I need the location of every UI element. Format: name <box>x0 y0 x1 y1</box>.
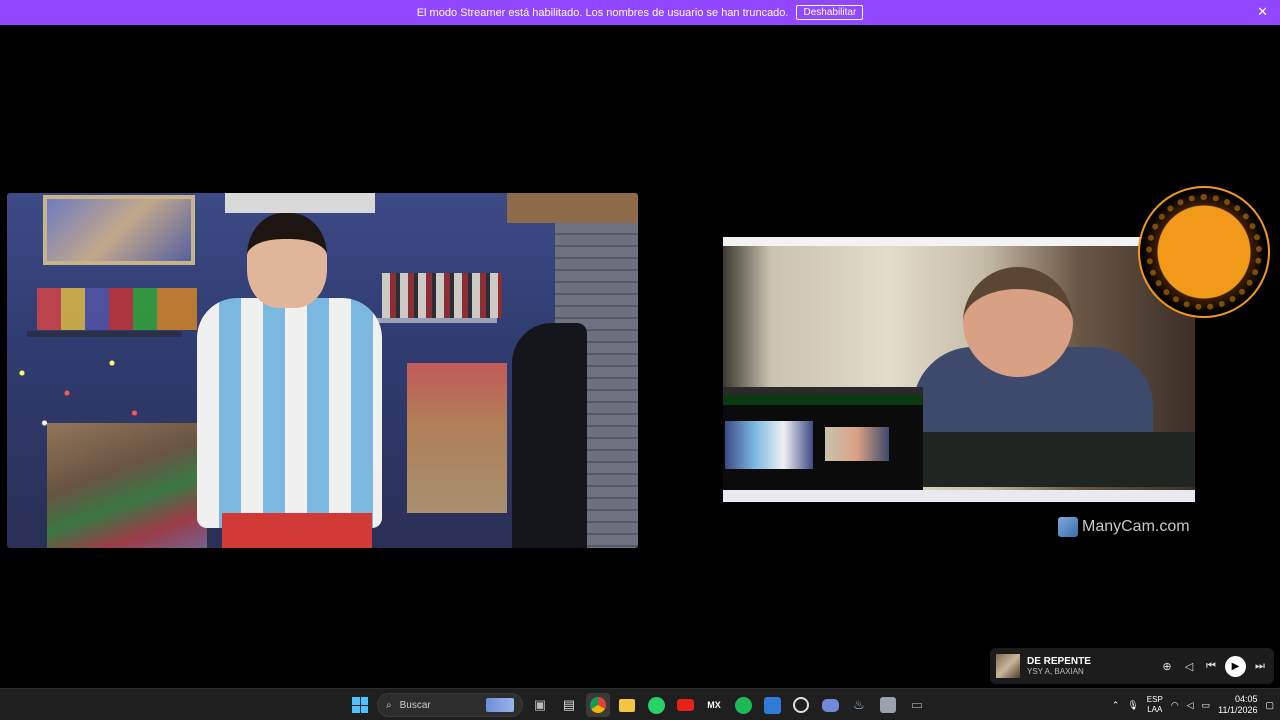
person-face <box>963 267 1073 377</box>
notification-icon[interactable]: ▢ <box>1265 700 1274 711</box>
microphone-icon[interactable]: 🎙 <box>1127 700 1138 711</box>
blue-app-icon[interactable] <box>760 693 784 717</box>
wifi-icon[interactable]: ◠ <box>1171 700 1179 711</box>
banner-message: El modo Streamer está habilitado. Los no… <box>416 6 789 19</box>
can-collection <box>382 273 502 318</box>
sun-rays <box>1146 194 1262 310</box>
search-icon: ⌕ <box>386 699 392 711</box>
webcam-feed-right <box>723 237 1195 502</box>
media-info: DE REPENTE YSY A, BAXIAN <box>1027 656 1157 676</box>
gaming-chair <box>512 323 587 548</box>
gray-app-icon[interactable] <box>876 693 900 717</box>
clock-date: 11/1/2026 <box>1218 705 1258 715</box>
keyboard-layout: LAA <box>1147 705 1163 714</box>
windows-icon <box>352 697 368 713</box>
nested-chat-bar <box>723 395 923 405</box>
manycam-text: ManyCam.com <box>1082 518 1190 535</box>
track-artist: YSY A, BAXIAN <box>1027 667 1084 676</box>
volume-icon[interactable]: ◁ <box>1181 660 1197 673</box>
streamer-mode-banner: El modo Streamer está habilitado. Los no… <box>0 0 1280 25</box>
search-highlight-icon <box>486 698 514 712</box>
battery-icon[interactable]: ▭ <box>1202 700 1211 711</box>
person-head <box>247 213 327 308</box>
start-button[interactable] <box>348 693 372 717</box>
webcam-feed-left <box>7 193 638 548</box>
nested-video-thumbnail <box>825 427 889 461</box>
whatsapp-icon[interactable] <box>644 693 668 717</box>
mx-app-icon[interactable]: MX <box>702 693 726 717</box>
shelf <box>27 331 182 337</box>
add-icon[interactable]: ⊕ <box>1159 660 1175 673</box>
keyboard <box>923 432 1195 487</box>
language-indicator[interactable]: ESP LAA <box>1147 695 1163 715</box>
taskbar-apps: ⌕ Buscar ▣ ▤ MX ♨ ▭ <box>348 693 929 717</box>
youtube-icon[interactable] <box>673 693 697 717</box>
wall-box <box>507 193 638 223</box>
system-tray: ⌃ 🎙 ESP LAA ◠ ◁ ▭ 04:05 11/1/2026 ▢ <box>1112 693 1274 717</box>
next-icon[interactable]: ⏭ <box>1252 660 1268 673</box>
track-title: DE REPENTE <box>1027 656 1091 667</box>
toy-shelf <box>37 288 197 330</box>
taskbar: ⌕ Buscar ▣ ▤ MX ♨ ▭ ⌃ 🎙 ESP LAA ◠ ◁ ▭ 04… <box>0 688 1280 720</box>
person-jersey <box>197 298 382 528</box>
media-player: DE REPENTE YSY A, BAXIAN ⊕ ◁ ⏮ ▶ ⏭ <box>990 648 1274 684</box>
manycam-watermark: ManyCam.com <box>1058 517 1190 537</box>
toy-pile <box>47 423 207 548</box>
spotify-icon[interactable] <box>731 693 755 717</box>
air-conditioner <box>225 193 375 213</box>
manycam-logo-icon <box>1058 517 1078 537</box>
nested-call-window <box>723 387 923 502</box>
search-placeholder: Buscar <box>399 699 431 711</box>
clock[interactable]: 04:05 11/1/2026 <box>1218 694 1257 716</box>
close-icon[interactable]: ✕ <box>1257 4 1268 20</box>
chrome-icon[interactable] <box>586 693 610 717</box>
taskbar-search[interactable]: ⌕ Buscar <box>377 693 523 717</box>
dollhouse <box>407 363 507 513</box>
clock-time: 04:05 <box>1234 694 1258 704</box>
misc-app-icon[interactable]: ▭ <box>905 693 929 717</box>
chevron-up-icon[interactable]: ⌃ <box>1112 700 1120 711</box>
nested-video-thumbnail <box>725 421 813 469</box>
wall-poster <box>43 195 195 265</box>
language-code: ESP <box>1146 695 1163 704</box>
stream-viewport: El modo Streamer está habilitado. Los no… <box>0 0 1280 720</box>
speaker-icon[interactable]: ◁ <box>1187 700 1194 711</box>
previous-icon[interactable]: ⏮ <box>1203 660 1219 673</box>
steam-icon[interactable]: ♨ <box>847 693 871 717</box>
nested-taskbar <box>723 490 1195 502</box>
store-icon[interactable]: ▤ <box>557 693 581 717</box>
file-explorer-icon[interactable] <box>615 693 639 717</box>
play-icon[interactable]: ▶ <box>1225 655 1246 677</box>
task-view-icon[interactable]: ▣ <box>528 693 552 717</box>
shelf <box>377 318 497 323</box>
media-controls: ⊕ ◁ ⏮ ▶ ⏭ <box>1159 655 1268 677</box>
discord-icon[interactable] <box>818 693 842 717</box>
github-icon[interactable] <box>789 693 813 717</box>
capture-window-titlebar <box>723 237 1195 246</box>
person-shorts <box>222 513 372 548</box>
album-art <box>996 654 1020 678</box>
disable-streamer-mode-button[interactable]: Deshabilitar <box>796 5 864 20</box>
sun-widget <box>1138 186 1270 318</box>
nested-titlebar <box>723 387 923 395</box>
